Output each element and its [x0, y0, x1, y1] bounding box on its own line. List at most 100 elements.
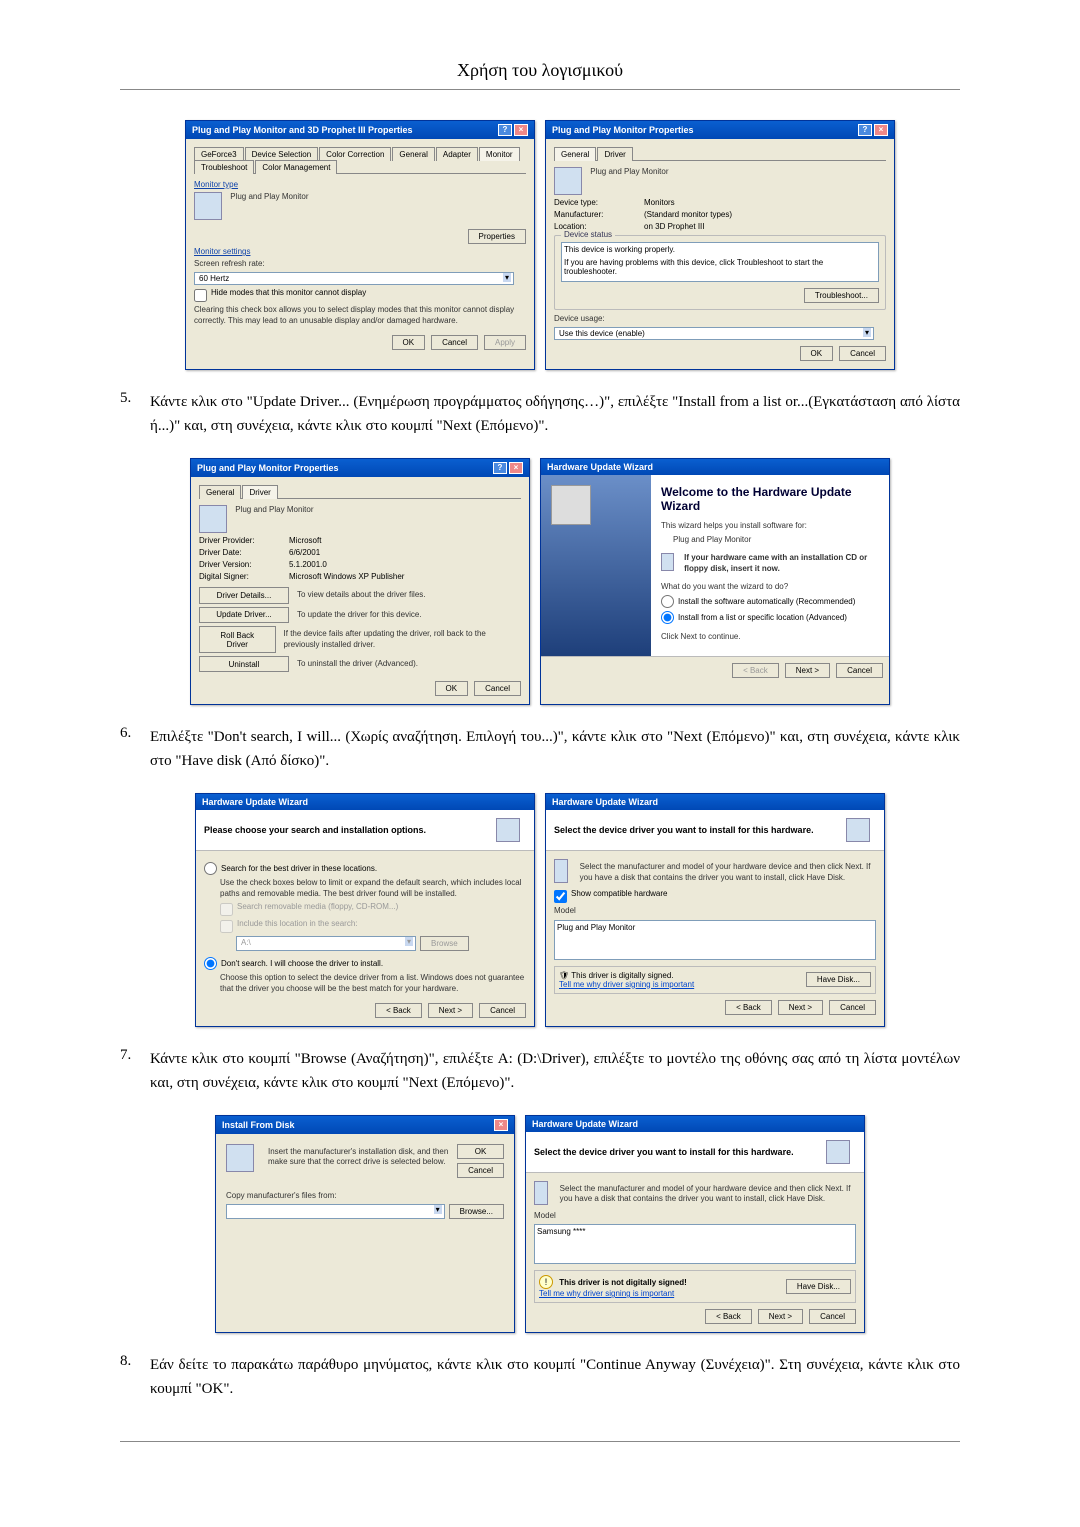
tab[interactable]: Color Correction	[319, 147, 391, 161]
dialog-title: Plug and Play Monitor Properties	[197, 463, 339, 473]
model-list[interactable]: Plug and Play Monitor	[554, 920, 876, 960]
titlebar: Hardware Update Wizard	[541, 459, 889, 475]
browse-button[interactable]: Browse...	[449, 1204, 504, 1219]
tab[interactable]: Device Selection	[245, 147, 319, 161]
next-button[interactable]: Next >	[778, 1000, 823, 1015]
wizard-select-driver-2: Hardware Update Wizard Select the device…	[525, 1115, 865, 1333]
tab[interactable]: General	[392, 147, 434, 161]
show-compat-checkbox[interactable]	[554, 890, 567, 903]
date-value: 6/6/2001	[289, 548, 521, 557]
cancel-button[interactable]: Cancel	[457, 1163, 504, 1178]
troubleshoot-button[interactable]: Troubleshoot...	[804, 288, 879, 303]
ok-button[interactable]: OK	[800, 346, 834, 361]
back-button[interactable]: < Back	[725, 1000, 772, 1015]
help-icon[interactable]: ?	[493, 462, 507, 474]
apply-button[interactable]: Apply	[484, 335, 526, 350]
properties-button[interactable]: Properties	[468, 229, 526, 244]
select-desc: Select the manufacturer and model of you…	[560, 1184, 856, 1205]
model-list[interactable]: Samsung ****	[534, 1224, 856, 1264]
hide-modes-desc: Clearing this check box allows you to se…	[194, 305, 526, 326]
cancel-button[interactable]: Cancel	[836, 663, 883, 678]
close-icon[interactable]: ×	[509, 462, 523, 474]
cancel-button[interactable]: Cancel	[839, 346, 886, 361]
auto-install-radio[interactable]	[661, 595, 674, 608]
rollback-desc: If the device fails after updating the d…	[284, 629, 521, 650]
tabs: GeForce3 Device Selection Color Correcti…	[194, 147, 526, 174]
step-7: 7. Κάντε κλικ στο κουμπί "Browse (Αναζήτ…	[120, 1047, 960, 1095]
titlebar: Plug and Play Monitor Properties ? ×	[546, 121, 894, 139]
tab[interactable]: GeForce3	[194, 147, 244, 161]
hide-modes-checkbox[interactable]	[194, 289, 207, 302]
have-disk-button[interactable]: Have Disk...	[806, 972, 871, 987]
wizard-icon	[846, 818, 870, 842]
wizard-select-driver: Hardware Update Wizard Select the device…	[545, 793, 885, 1027]
select-desc: Select the manufacturer and model of you…	[580, 862, 876, 883]
step-text: Επιλέξτε "Don't search, I will... (Χωρίς…	[150, 725, 960, 773]
device-name: Plug and Play Monitor	[235, 505, 313, 514]
tab-driver[interactable]: Driver	[242, 485, 277, 499]
location-label: Include this location in the search:	[237, 919, 358, 928]
signer-value: Microsoft Windows XP Publisher	[289, 572, 521, 581]
wizard-search-options: Hardware Update Wizard Please choose you…	[195, 793, 535, 1027]
back-button[interactable]: < Back	[705, 1309, 752, 1324]
tell-me-link[interactable]: Tell me why driver signing is important	[559, 980, 694, 989]
list-install-radio[interactable]	[661, 611, 674, 624]
close-icon[interactable]: ×	[494, 1119, 508, 1131]
next-button[interactable]: Next >	[785, 663, 830, 678]
help-icon[interactable]: ?	[498, 124, 512, 136]
tab-monitor[interactable]: Monitor	[479, 147, 520, 161]
cancel-button[interactable]: Cancel	[431, 335, 478, 350]
tabs: General Driver	[199, 485, 521, 499]
have-disk-button[interactable]: Have Disk...	[786, 1279, 851, 1294]
update-desc: To update the driver for this device.	[297, 610, 422, 620]
warning-icon: !	[539, 1275, 553, 1289]
tab-general[interactable]: General	[554, 147, 596, 161]
tab-general[interactable]: General	[199, 485, 241, 499]
dont-search-desc: Choose this option to select the device …	[220, 973, 526, 994]
tell-me-link[interactable]: Tell me why driver signing is important	[539, 1289, 674, 1298]
model-item[interactable]: Samsung ****	[537, 1227, 585, 1236]
help-icon[interactable]: ?	[858, 124, 872, 136]
ok-button[interactable]: OK	[435, 681, 469, 696]
wizard-heading: Select the device driver you want to ins…	[554, 825, 814, 835]
model-label: Model	[534, 1211, 856, 1221]
device-usage-dropdown[interactable]: Use this device (enable)	[554, 327, 874, 340]
uninstall-button[interactable]: Uninstall	[199, 656, 289, 672]
tab[interactable]: Adapter	[436, 147, 478, 161]
details-desc: To view details about the driver files.	[297, 590, 426, 600]
close-icon[interactable]: ×	[514, 124, 528, 136]
tab-driver[interactable]: Driver	[597, 147, 632, 161]
dialogs-row-4: Install From Disk × Insert the manufactu…	[120, 1115, 960, 1333]
refresh-rate-dropdown[interactable]: 60 Hertz	[194, 272, 514, 285]
back-button[interactable]: < Back	[375, 1003, 422, 1018]
tab[interactable]: Troubleshoot	[194, 160, 254, 174]
ok-button[interactable]: OK	[392, 335, 426, 350]
dont-search-radio[interactable]	[204, 957, 217, 970]
display-properties-dialog: Plug and Play Monitor and 3D Prophet III…	[185, 120, 535, 370]
update-driver-button[interactable]: Update Driver...	[199, 607, 289, 623]
back-button[interactable]: < Back	[732, 663, 779, 678]
titlebar: Plug and Play Monitor and 3D Prophet III…	[186, 121, 534, 139]
rollback-button[interactable]: Roll Back Driver	[199, 626, 276, 653]
model-item[interactable]: Plug and Play Monitor	[557, 923, 635, 932]
path-dropdown[interactable]	[226, 1204, 445, 1219]
cancel-button[interactable]: Cancel	[474, 681, 521, 696]
driver-details-button[interactable]: Driver Details...	[199, 587, 289, 603]
next-button[interactable]: Next >	[758, 1309, 803, 1324]
window-controls: ×	[494, 1119, 508, 1131]
copy-from-label: Copy manufacturer's files from:	[226, 1191, 504, 1201]
dialog-title: Plug and Play Monitor Properties	[552, 125, 694, 135]
location-value: on 3D Prophet III	[644, 222, 886, 231]
search-radio[interactable]	[204, 862, 217, 875]
tab[interactable]: Color Management	[255, 160, 337, 174]
cancel-button[interactable]: Cancel	[809, 1309, 856, 1324]
cancel-button[interactable]: Cancel	[829, 1000, 876, 1015]
next-button[interactable]: Next >	[428, 1003, 473, 1018]
page-title: Χρήση του λογισμικού	[120, 60, 960, 81]
footer-rule	[120, 1441, 960, 1442]
cancel-button[interactable]: Cancel	[479, 1003, 526, 1018]
ok-button[interactable]: OK	[457, 1144, 504, 1159]
refresh-rate-label: Screen refresh rate:	[194, 259, 526, 269]
close-icon[interactable]: ×	[874, 124, 888, 136]
location-checkbox	[220, 920, 233, 933]
